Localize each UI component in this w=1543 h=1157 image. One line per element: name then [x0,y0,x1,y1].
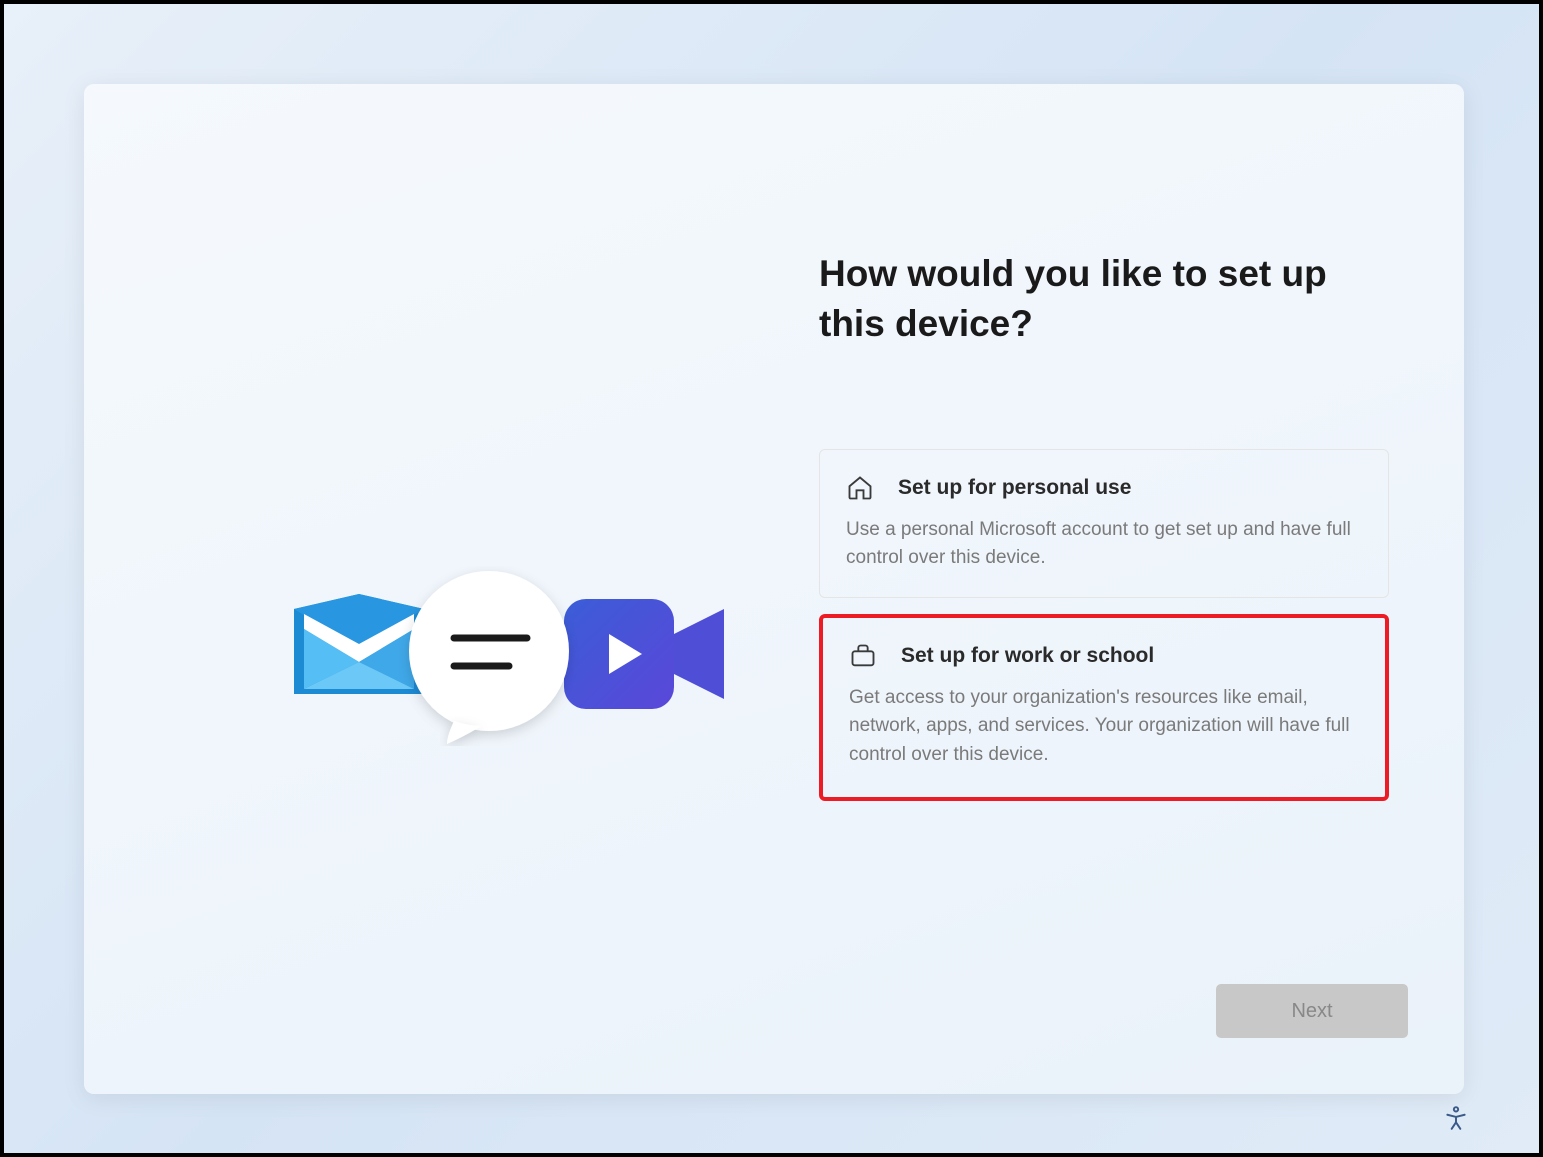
option-title: Set up for personal use [898,476,1131,500]
option-personal-use[interactable]: Set up for personal use Use a personal M… [819,449,1389,598]
option-work-school[interactable]: Set up for work or school Get access to … [819,614,1389,802]
briefcase-icon [849,642,877,670]
illustration [294,584,724,784]
accessibility-icon[interactable] [1443,1105,1469,1131]
chat-icon [399,566,579,746]
option-header: Set up for personal use [846,474,1362,502]
home-icon [846,474,874,502]
option-header: Set up for work or school [849,642,1359,670]
option-title: Set up for work or school [901,644,1154,668]
right-panel: How would you like to set up this device… [819,249,1389,817]
option-description: Use a personal Microsoft account to get … [846,516,1362,573]
page-title: How would you like to set up this device… [819,249,1389,349]
video-icon [564,594,724,714]
setup-card: How would you like to set up this device… [84,84,1464,1094]
option-description: Get access to your organization's resour… [849,684,1359,770]
next-button[interactable]: Next [1216,984,1408,1038]
